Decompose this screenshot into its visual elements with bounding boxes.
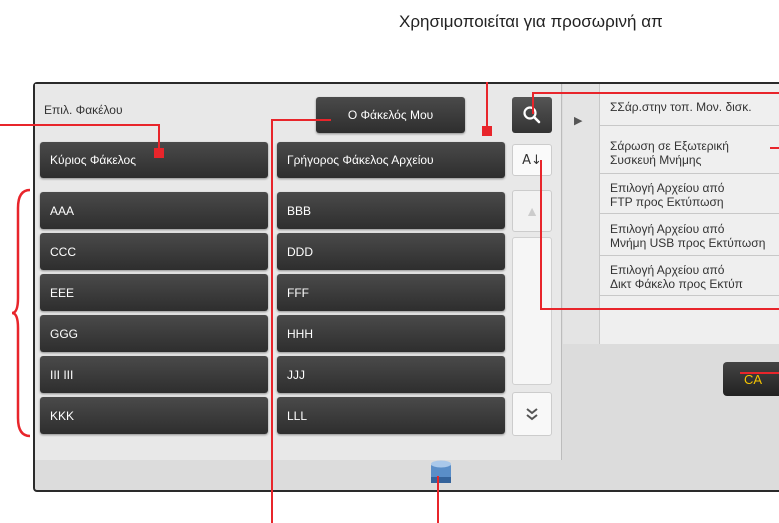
- callout-line-external: [770, 147, 779, 149]
- callout-line-ca: [740, 372, 779, 374]
- folder-item-button[interactable]: JJJ: [277, 356, 505, 393]
- menu-item[interactable]: Επιλογή Αρχείου από Δικτ Φάκελο προς Εκτύ…: [600, 258, 779, 296]
- folder-item-button[interactable]: BBB: [277, 192, 505, 229]
- menu-item-label: Σάρωση σε Εξωτερική: [610, 138, 729, 153]
- menu-item-label: Δικτ Φάκελο προς Εκτύπ: [610, 276, 743, 291]
- folder-item-button[interactable]: HHH: [277, 315, 505, 352]
- menu-item[interactable]: Σάρωση σε Εξωτερική Συσκευή Μνήμης: [600, 132, 779, 174]
- folder-item-button[interactable]: AAA: [40, 192, 268, 229]
- folder-item-button[interactable]: FFF: [277, 274, 505, 311]
- ca-button[interactable]: CA: [723, 362, 779, 396]
- sort-icon: A↓: [522, 152, 542, 168]
- expand-menu-button[interactable]: ▶: [574, 114, 582, 127]
- menu-item[interactable]: Επιλογή Αρχείου από Μνήμη USB προς Εκτύπω…: [600, 216, 779, 256]
- storage-drive-icon: [431, 460, 451, 483]
- tab-quick-folder[interactable]: Γρήγορος Φάκελος Αρχείου: [277, 142, 505, 178]
- menu-item-label: Επιλογή Αρχείου από: [610, 221, 725, 236]
- scroll-up-button[interactable]: ▲: [512, 190, 552, 232]
- callout-line-sort-h: [540, 308, 779, 310]
- top-caption: Χρησιμοποιείται για προσωρινή απ: [399, 12, 663, 31]
- folder-item-button[interactable]: DDD: [277, 233, 505, 270]
- folder-item-button[interactable]: KKK: [40, 397, 268, 434]
- menu-item-label: Συσκευή Μνήμης: [610, 152, 702, 167]
- scrollbar-track[interactable]: [512, 237, 552, 385]
- folder-item-button[interactable]: LLL: [277, 397, 505, 434]
- menu-item-label: ΣΣάρ.στην τοπ. Μον. δισκ.: [610, 99, 752, 114]
- folder-item-button[interactable]: III III: [40, 356, 268, 393]
- folder-item-button[interactable]: CCC: [40, 233, 268, 270]
- menu-item[interactable]: Επιλογή Αρχείου από FTP προς Εκτύπωση: [600, 176, 779, 214]
- my-folder-button[interactable]: Ο Φάκελός Μου: [316, 97, 465, 133]
- chevron-double-down-icon: [526, 408, 538, 421]
- sort-button[interactable]: A↓: [512, 144, 552, 176]
- menu-item-label: Επιλογή Αρχείου από: [610, 262, 725, 277]
- callout-dot-main: [154, 148, 164, 158]
- scroll-down-button[interactable]: [512, 392, 552, 436]
- menu-item-label: Μνήμη USB προς Εκτύπωση: [610, 235, 766, 250]
- callout-line-search: [532, 92, 779, 94]
- menu-item-label: Επιλογή Αρχείου από: [610, 180, 725, 195]
- callout-line-myfolder: [271, 119, 331, 121]
- folder-item-button[interactable]: GGG: [40, 315, 268, 352]
- menu-item-label: FTP προς Εκτύπωση: [610, 194, 724, 209]
- callout-line-myfolder-v: [271, 119, 273, 523]
- callout-line-storage: [437, 476, 439, 523]
- folder-list-brace: [11, 188, 31, 438]
- callout-line-sort: [540, 160, 542, 310]
- callout-line-quick: [486, 82, 488, 128]
- callout-line-main: [0, 124, 160, 126]
- callout-dot-quick: [482, 126, 492, 136]
- folder-item-button[interactable]: EEE: [40, 274, 268, 311]
- play-icon: ▶: [574, 115, 583, 127]
- chevron-up-icon: ▲: [525, 203, 539, 219]
- panel-title: Επιλ. Φακέλου: [44, 103, 123, 117]
- callout-line-search-v: [532, 92, 534, 114]
